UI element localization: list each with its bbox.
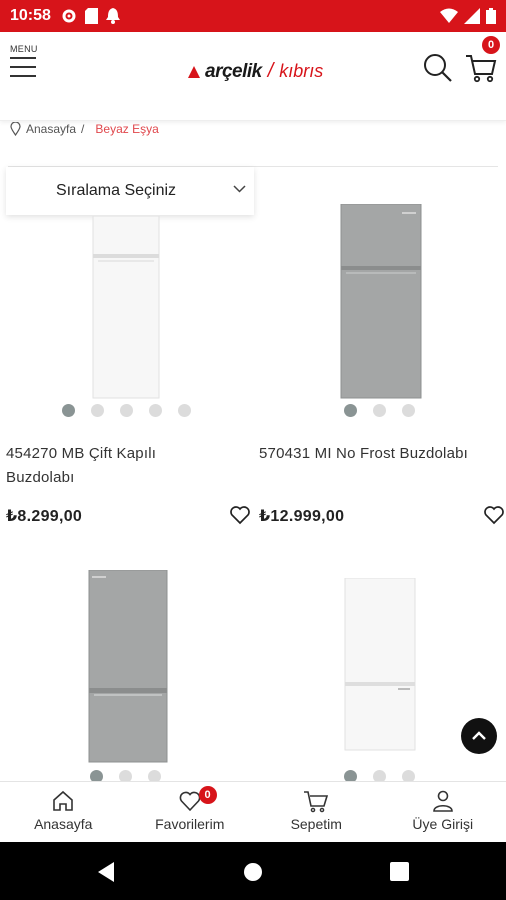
carousel-dot[interactable]	[178, 404, 191, 417]
nav-label: Üye Girişi	[412, 816, 474, 832]
nav-item-favorites[interactable]: 0 Favorilerim	[127, 782, 254, 842]
product-name[interactable]: 570431 MI No Frost Buzdolabı	[259, 442, 499, 466]
home-circle-icon[interactable]	[243, 862, 263, 882]
product-image[interactable]	[88, 216, 164, 400]
brand-separator: /	[267, 60, 274, 82]
heart-icon[interactable]	[229, 504, 251, 526]
notification-bell-icon	[105, 8, 120, 24]
signal-icon	[464, 8, 480, 24]
nav-item-account[interactable]: Üye Girişi	[380, 782, 506, 842]
menu-button[interactable]: MENU	[10, 44, 44, 84]
cart-icon	[304, 791, 329, 813]
home-icon	[53, 790, 74, 811]
nav-item-cart[interactable]: Sepetim	[253, 782, 380, 842]
carousel-dot[interactable]	[373, 404, 386, 417]
breadcrumb: Anasayfa / Beyaz Eşya	[10, 120, 159, 138]
sort-dropdown[interactable]: Sıralama Seçiniz	[6, 167, 254, 215]
location-pin-icon	[10, 122, 21, 136]
settings-icon	[62, 9, 76, 23]
product-image[interactable]	[88, 570, 168, 764]
system-navigation-bar	[0, 842, 506, 900]
sd-card-icon	[84, 8, 98, 24]
image-carousel-dots[interactable]	[62, 404, 191, 417]
chevron-down-icon	[233, 185, 246, 193]
nav-item-home[interactable]: Anasayfa	[0, 782, 127, 842]
brand-name: arçelik	[205, 60, 262, 82]
carousel-dot[interactable]	[120, 404, 133, 417]
chevron-up-icon	[472, 731, 486, 740]
breadcrumb-home[interactable]: Anasayfa	[26, 122, 76, 136]
heart-icon[interactable]	[483, 504, 505, 526]
battery-icon	[486, 8, 496, 24]
carousel-dot[interactable]	[149, 404, 162, 417]
status-bar: 10:58	[0, 0, 506, 32]
nav-label: Favorilerim	[155, 816, 225, 832]
back-icon[interactable]	[96, 861, 116, 883]
image-carousel-dots[interactable]	[344, 404, 415, 417]
breadcrumb-current: Beyaz Eşya	[95, 122, 159, 136]
hamburger-icon	[10, 57, 44, 77]
product-price: ₺12.999,00	[259, 508, 345, 525]
nav-label: Sepetim	[290, 816, 342, 832]
sort-label: Sıralama Seçiniz	[56, 182, 177, 199]
bottom-navigation: Anasayfa 0 Favorilerim Sepetim Üye Giriş…	[0, 781, 506, 842]
favorites-count-badge: 0	[198, 786, 217, 804]
brand-mark-icon	[188, 65, 200, 78]
product-name[interactable]: 454270 MB Çift Kapılı Buzdolabı	[6, 442, 196, 490]
cart-icon	[466, 55, 497, 83]
recents-icon[interactable]	[390, 862, 409, 881]
product-price: ₺8.299,00	[6, 508, 83, 525]
brand-logo[interactable]: arçelik / kıbrıs	[186, 60, 323, 83]
status-time: 10:58	[10, 7, 51, 24]
user-icon	[432, 790, 453, 812]
product-image[interactable]	[340, 204, 422, 400]
scroll-to-top-button[interactable]	[461, 718, 497, 754]
cart-count-badge: 0	[482, 36, 500, 54]
carousel-dot[interactable]	[62, 404, 75, 417]
app-header: MENU arçelik / kıbrıs 0	[0, 32, 506, 121]
menu-label: MENU	[10, 44, 38, 54]
carousel-dot[interactable]	[402, 404, 415, 417]
product-image[interactable]	[344, 578, 416, 752]
brand-sub: kıbrıs	[279, 61, 324, 81]
wifi-icon	[440, 8, 458, 23]
carousel-dot[interactable]	[344, 404, 357, 417]
search-icon	[424, 54, 452, 82]
search-button[interactable]	[422, 52, 454, 84]
breadcrumb-separator: /	[81, 122, 85, 136]
nav-label: Anasayfa	[34, 816, 93, 832]
cart-button[interactable]: 0	[464, 36, 500, 84]
carousel-dot[interactable]	[91, 404, 104, 417]
